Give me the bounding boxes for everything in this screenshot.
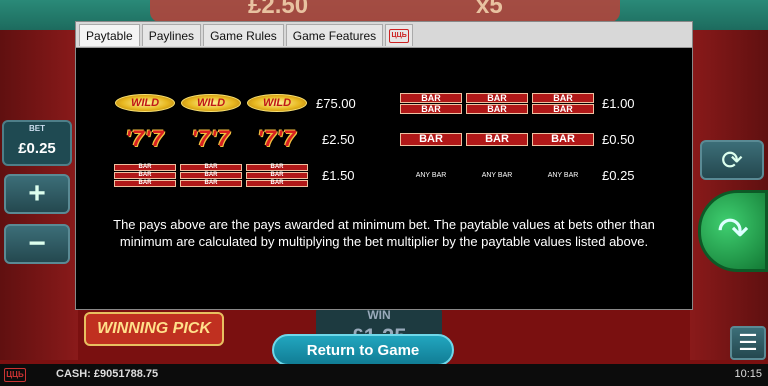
- brand-logo-icon: ЦЦЬ: [4, 368, 26, 382]
- seven-symbol: '7'7: [191, 126, 231, 151]
- game-logo: WINNING PICK: [84, 312, 224, 346]
- tab-game-features[interactable]: Game Features: [285, 24, 384, 46]
- any-bar-symbol: ANY BAR: [481, 171, 513, 179]
- clock: 10:15: [734, 368, 762, 380]
- tab-paylines[interactable]: Paylines: [141, 24, 202, 46]
- paytable-row-wild: WILD WILD WILD £75.00: [114, 92, 356, 114]
- paytable-row-seven: '7'7 '7'7 '7'7 £2.50: [114, 128, 355, 150]
- double-bar-symbol: BAR BAR: [532, 92, 594, 114]
- prize-value: £2.50: [322, 131, 355, 147]
- single-bar-symbol: BAR: [532, 128, 594, 150]
- any-bar-symbol: ANY BAR: [415, 171, 447, 179]
- refresh-icon: ⟳: [721, 144, 743, 175]
- spin-button[interactable]: ↷: [698, 190, 768, 272]
- top-multiplier: x5: [476, 0, 503, 19]
- wild-symbol: WILD: [114, 92, 176, 114]
- cash-balance: CASH: £9051788.75: [56, 368, 159, 380]
- tab-bar: Paytable Paylines Game Rules Game Featur…: [76, 22, 692, 48]
- prize-value: £1.50: [322, 167, 355, 183]
- paytable-row-single-bar: BAR BAR BAR £0.50: [400, 128, 635, 150]
- prize-value: £1.00: [602, 95, 635, 111]
- return-to-game-button[interactable]: Return to Game: [272, 334, 454, 366]
- double-bar-symbol: BAR BAR: [466, 92, 528, 114]
- win-label: WIN: [367, 308, 391, 322]
- prize-value: £0.50: [602, 131, 635, 147]
- paytable-row-double-bar: BAR BAR BAR BAR BAR BAR £1.00: [400, 92, 635, 114]
- bet-value: £0.25: [18, 140, 56, 157]
- autoplay-button[interactable]: ⟳: [700, 140, 764, 180]
- game-top-strip: [150, 0, 620, 22]
- status-footer: ЦЦЬ CASH: £9051788.75 10:15: [0, 364, 768, 386]
- triple-bar-symbol: BAR BAR BAR: [114, 163, 176, 187]
- top-amount: £2.50: [248, 0, 309, 19]
- seven-symbol: '7'7: [125, 126, 165, 151]
- prize-value: £0.25: [602, 167, 635, 183]
- paytable-dialog: Paytable Paylines Game Rules Game Featur…: [75, 21, 693, 310]
- brand-logo-icon: ЦЦЬ: [389, 28, 410, 43]
- triple-bar-symbol: BAR BAR BAR: [246, 163, 308, 187]
- bet-display: BET £0.25: [2, 120, 72, 166]
- double-bar-symbol: BAR BAR: [400, 92, 462, 114]
- menu-button[interactable]: ☰: [730, 326, 766, 360]
- seven-symbol: '7'7: [257, 126, 297, 151]
- spin-arrow-icon: ↷: [717, 210, 749, 253]
- hamburger-icon: ☰: [738, 330, 758, 355]
- single-bar-symbol: BAR: [400, 128, 462, 150]
- bet-increase-button[interactable]: +: [4, 174, 70, 214]
- any-bar-symbol: ANY BAR: [547, 171, 579, 179]
- prize-value: £75.00: [316, 95, 356, 111]
- tab-game-rules[interactable]: Game Rules: [203, 24, 284, 46]
- paytable-note: The pays above are the pays awarded at m…: [113, 217, 655, 249]
- tab-paytable[interactable]: Paytable: [79, 24, 140, 46]
- triple-bar-symbol: BAR BAR BAR: [180, 163, 242, 187]
- single-bar-symbol: BAR: [466, 128, 528, 150]
- wild-symbol: WILD: [246, 92, 308, 114]
- tab-brand[interactable]: ЦЦЬ: [385, 24, 414, 46]
- paytable-row-triple-bar: BAR BAR BAR BAR BAR BAR BAR BAR BAR £1.50: [114, 163, 355, 187]
- paytable-row-any-bar: ANY BAR ANY BAR ANY BAR £0.25: [400, 164, 635, 186]
- bet-decrease-button[interactable]: −: [4, 224, 70, 264]
- wild-symbol: WILD: [180, 92, 242, 114]
- bet-label: BET: [29, 124, 45, 133]
